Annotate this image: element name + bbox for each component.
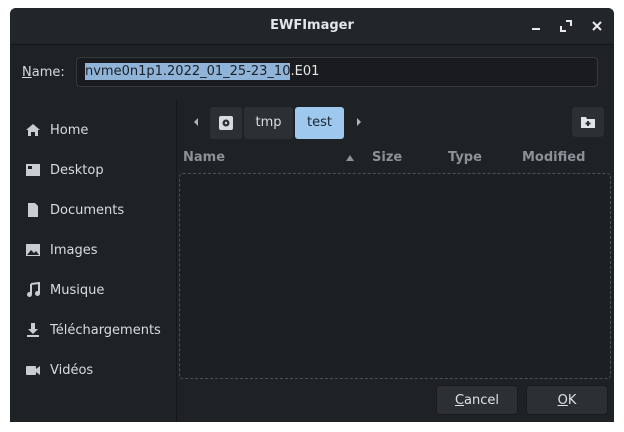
column-header-modified[interactable]: Modified [522,150,585,165]
image-icon [26,244,40,256]
sidebar-item-label: Vidéos [50,363,94,378]
sort-ascending-icon [346,155,354,161]
path-back-arrow-icon[interactable] [189,115,203,129]
file-chooser-dialog: EWFImager Name: nvme0n1p1.2022_01_25-23_… [10,8,614,422]
music-icon [27,282,40,297]
window-title: EWFImager [270,18,354,33]
title-bar: EWFImager [10,8,614,45]
breadcrumb-test[interactable]: test [295,107,344,139]
sidebar-item-label: Documents [50,203,125,218]
sidebar-item-label: Desktop [50,163,104,178]
sidebar-item-desktop[interactable]: Desktop [10,152,176,188]
filename-extension-text: .E01 [290,64,320,79]
sidebar-item-telechargements[interactable]: Téléchargements [10,312,176,348]
column-header-type[interactable]: Type [448,150,482,165]
sidebar-item-label: Images [50,243,98,258]
breadcrumb-tmp[interactable]: tmp [244,107,293,139]
sidebar-item-label: Home [50,123,89,138]
close-icon [592,21,602,31]
minimize-icon [532,28,540,30]
path-forward-arrow-icon[interactable] [352,115,366,129]
sidebar-item-label: Musique [50,283,105,298]
filename-input[interactable]: nvme0n1p1.2022_01_25-23_10.E01 [76,57,598,87]
file-list[interactable] [179,173,611,379]
sidebar-item-musique[interactable]: Musique [10,272,176,308]
column-header-size[interactable]: Size [372,150,402,165]
video-icon [26,366,40,375]
sidebar-item-videos[interactable]: Vidéos [10,352,176,388]
sidebar-item-label: Téléchargements [50,323,161,338]
new-folder-icon [581,117,595,128]
document-icon [28,203,38,217]
places-sidebar: Home Desktop Documents Images Musique Té… [10,100,177,422]
sidebar-item-images[interactable]: Images [10,232,176,268]
column-header-name[interactable]: Name [183,150,225,165]
new-folder-button[interactable] [572,107,604,137]
ok-button[interactable]: OK [526,385,608,415]
sidebar-item-home[interactable]: Home [10,112,176,148]
sidebar-item-documents[interactable]: Documents [10,192,176,228]
drive-icon [219,116,233,130]
maximize-button[interactable] [557,17,575,35]
download-icon [27,323,39,337]
cancel-button[interactable]: Cancel [436,385,518,415]
filename-selected-text: nvme0n1p1.2022_01_25-23_10 [85,63,291,80]
close-button[interactable] [588,17,606,35]
desktop-icon [26,164,40,176]
name-label: Name: [22,65,65,80]
breadcrumb-root[interactable] [210,107,242,139]
minimize-button[interactable] [527,17,545,35]
home-icon [26,124,40,136]
maximize-icon [560,20,572,32]
